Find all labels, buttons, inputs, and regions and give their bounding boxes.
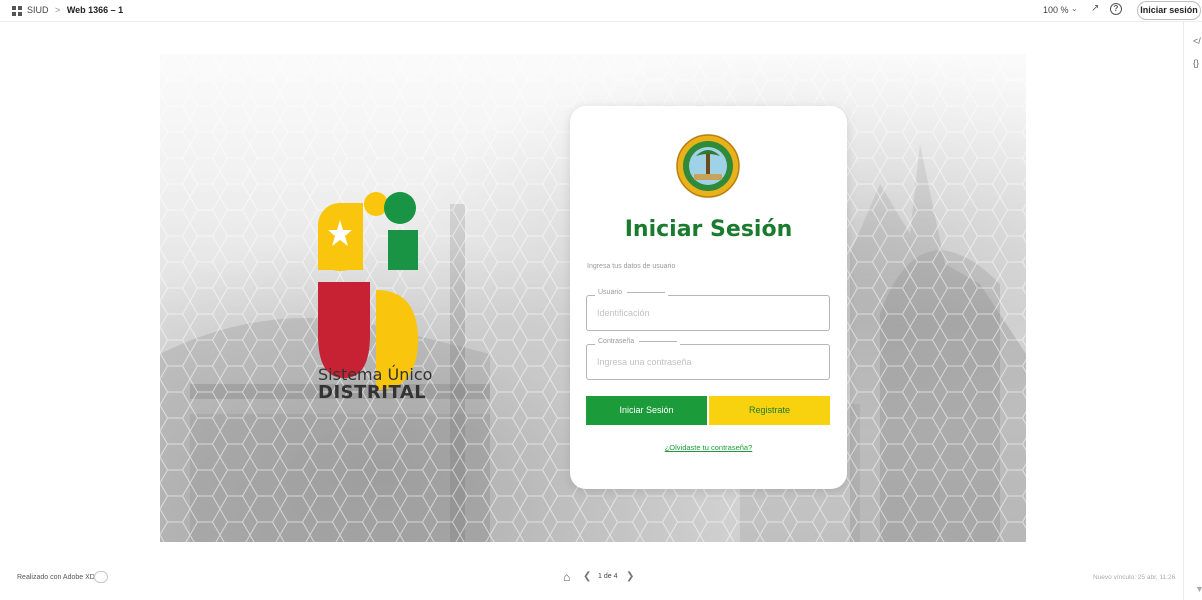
last-view-text: Nuevo vínculo: 25 abr, 11:26 bbox=[1093, 574, 1176, 581]
register-button[interactable]: Registrate bbox=[709, 396, 830, 425]
top-bar: SIUD > Web 1366 – 1 100 % ⌄ ↗ ? Iniciar … bbox=[0, 0, 1202, 22]
username-label: Usuario bbox=[595, 289, 669, 296]
home-icon[interactable]: ⌂ bbox=[563, 570, 570, 584]
password-label: Contraseña bbox=[595, 338, 681, 345]
forgot-password-link[interactable]: ¿Olvidaste tu contraseña? bbox=[570, 443, 847, 452]
expand-icon[interactable]: ↗ bbox=[1091, 3, 1099, 14]
toggle-icon[interactable] bbox=[94, 571, 108, 583]
zoom-level[interactable]: 100 % bbox=[1043, 5, 1069, 15]
filter-icon[interactable]: ▼ bbox=[1195, 584, 1202, 594]
breadcrumb-separator: > bbox=[55, 5, 61, 15]
artboard: Sistema Único DISTRITAL Iniciar Sesión I… bbox=[160, 54, 1026, 542]
page-indicator: 1 de 4 bbox=[598, 573, 618, 580]
username-input[interactable] bbox=[587, 296, 829, 330]
login-title: Iniciar Sesión bbox=[624, 217, 793, 242]
login-card: Iniciar Sesión Ingresa tus datos de usua… bbox=[570, 106, 847, 489]
brace-icon[interactable]: {} bbox=[1193, 58, 1199, 68]
grid-icon[interactable] bbox=[12, 6, 22, 16]
breadcrumb-project[interactable]: SIUD bbox=[27, 5, 49, 15]
breadcrumb: SIUD > Web 1366 – 1 bbox=[27, 5, 123, 15]
right-rail: </ {} ▼ bbox=[1183, 22, 1202, 600]
logo-text-line2: DISTRITAL bbox=[318, 382, 427, 403]
help-icon[interactable]: ? bbox=[1110, 3, 1122, 15]
code-icon[interactable]: </ bbox=[1193, 36, 1201, 46]
password-input[interactable] bbox=[587, 345, 829, 379]
login-button[interactable]: Iniciar Sesión bbox=[586, 396, 707, 425]
made-with-xd-text: Realizado con Adobe XD bbox=[17, 574, 95, 581]
breadcrumb-page: Web 1366 – 1 bbox=[66, 5, 124, 15]
chevron-left-icon[interactable]: ❮ bbox=[583, 571, 591, 582]
chevron-right-icon[interactable]: ❯ bbox=[626, 571, 634, 582]
chevron-down-icon[interactable]: ⌄ bbox=[1071, 4, 1078, 13]
username-field: Usuario bbox=[586, 289, 830, 331]
city-seal-logo bbox=[676, 134, 740, 198]
login-subtitle: Ingresa tus datos de usuario bbox=[587, 263, 676, 270]
signin-button[interactable]: Iniciar sesión bbox=[1137, 1, 1201, 20]
password-field: Contraseña bbox=[586, 338, 830, 380]
